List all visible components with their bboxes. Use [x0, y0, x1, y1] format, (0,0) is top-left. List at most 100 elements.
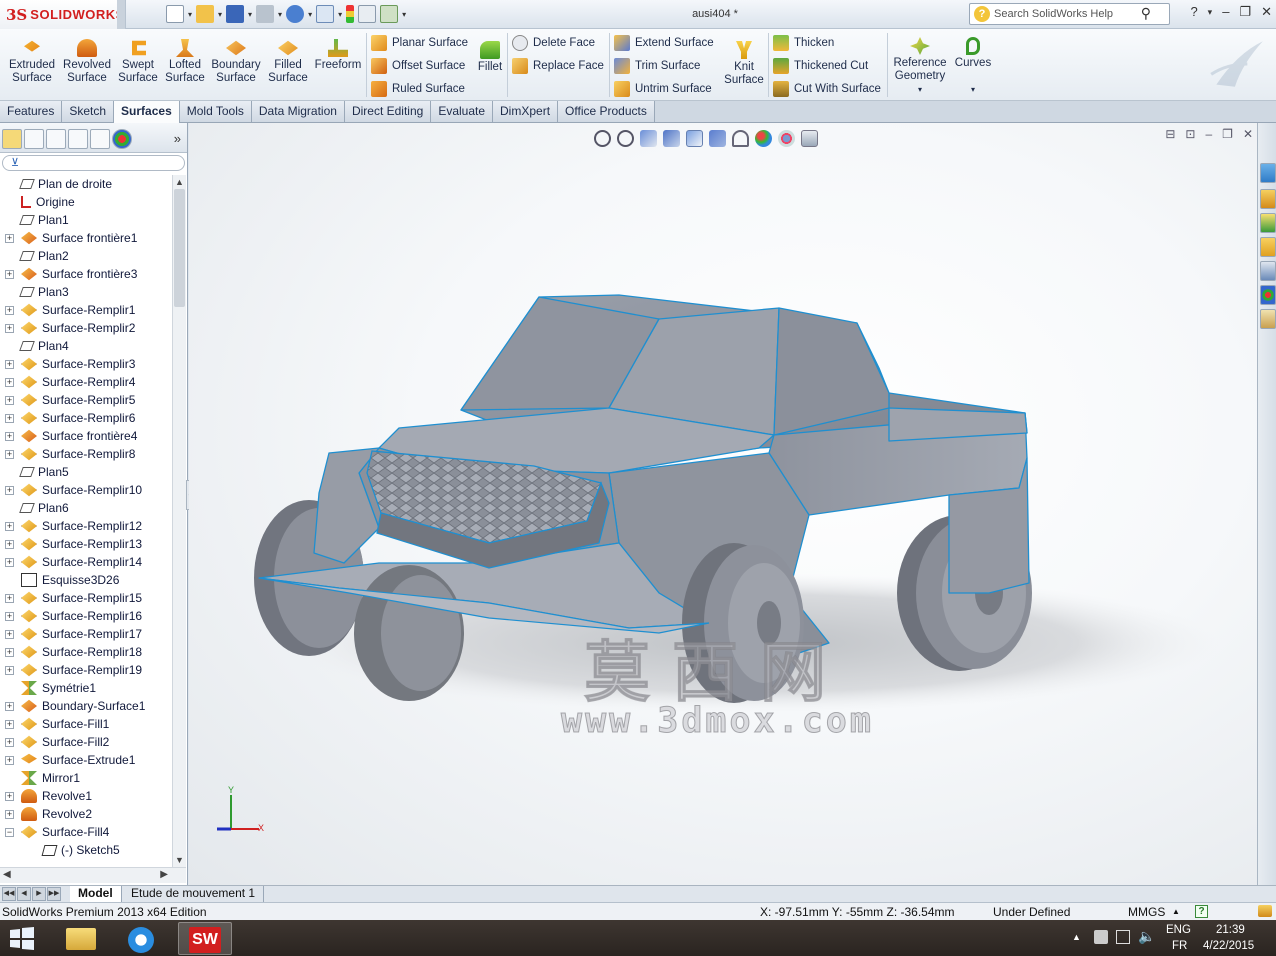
expand-icon[interactable]: +: [5, 647, 14, 657]
save-icon[interactable]: [226, 5, 245, 23]
expand-icon[interactable]: +: [5, 791, 14, 801]
view-palette-icon[interactable]: [1260, 261, 1276, 281]
expand-icon[interactable]: +: [5, 269, 14, 279]
thickened-cut-button[interactable]: Thickened Cut: [773, 58, 868, 74]
windows-start-icon[interactable]: [8, 926, 36, 951]
next-tab-icon[interactable]: ▶: [32, 887, 46, 901]
file-explorer-taskbar-button[interactable]: [54, 922, 108, 955]
expand-icon[interactable]: +: [5, 719, 14, 729]
solidworks-resources-icon[interactable]: [1260, 163, 1276, 183]
solidworks-logo[interactable]: 3S SOLIDWORKS: [0, 0, 126, 29]
tree-horizontal-scrollbar[interactable]: ◀ ▶: [0, 867, 186, 883]
expand-icon[interactable]: +: [5, 485, 14, 495]
tree-item[interactable]: + Surface-Remplir8: [0, 445, 172, 463]
expand-icon[interactable]: +: [5, 413, 14, 423]
tab-office-products[interactable]: Office Products: [558, 101, 655, 122]
fillet-button[interactable]: Fillet: [476, 41, 504, 74]
search-icon[interactable]: ⚲: [1141, 5, 1151, 22]
solidworks-taskbar-button[interactable]: SW: [178, 922, 232, 955]
tree-vertical-scrollbar[interactable]: ▲ ▼: [172, 175, 186, 867]
reference-geometry-button[interactable]: Reference Geometry ▾: [892, 37, 948, 96]
tab-dimxpert[interactable]: DimXpert: [493, 101, 559, 122]
filled-surface-button[interactable]: Filled Surface: [266, 39, 310, 85]
untrim-surface-button[interactable]: Untrim Surface: [614, 81, 712, 97]
print-dropdown-icon[interactable]: ▾: [278, 10, 282, 19]
restore-icon[interactable]: ❐: [1239, 4, 1251, 20]
appearance-tab-icon[interactable]: [112, 129, 132, 149]
rebuild-status-icon[interactable]: [1258, 905, 1272, 917]
tab-surfaces[interactable]: Surfaces: [114, 101, 180, 123]
minimize-icon[interactable]: –: [1222, 4, 1229, 20]
trim-surface-button[interactable]: Trim Surface: [614, 58, 700, 74]
tree-item[interactable]: + Surface-Remplir4: [0, 373, 172, 391]
options-icon[interactable]: [380, 5, 399, 23]
collapse-icon[interactable]: −: [5, 827, 14, 837]
help-icon[interactable]: ?: [1190, 4, 1197, 20]
tree-item[interactable]: + Surface-Remplir12: [0, 517, 172, 535]
tab-model[interactable]: Model: [70, 886, 122, 902]
tree-item[interactable]: + Surface-Remplir17: [0, 625, 172, 643]
tree-item[interactable]: + Surface-Remplir18: [0, 643, 172, 661]
freeform-button[interactable]: Freeform: [314, 39, 362, 72]
tab-direct-editing[interactable]: Direct Editing: [344, 101, 432, 122]
curves-button[interactable]: Curves ▾: [953, 37, 993, 96]
truck-surface-model[interactable]: [189, 123, 1257, 885]
ruled-surface-button[interactable]: Ruled Surface: [371, 81, 465, 97]
graphics-viewport[interactable]: ⊟ ⊡ – ❐ ✕ 莫西网 www.3dmox.com Y X: [189, 123, 1257, 885]
options-dropdown-icon[interactable]: ▾: [402, 10, 406, 19]
language-primary[interactable]: ENG: [1166, 924, 1191, 936]
scroll-left-icon[interactable]: ◀: [3, 869, 11, 880]
tree-item[interactable]: + Surface-Remplir13: [0, 535, 172, 553]
open-dropdown-icon[interactable]: ▾: [218, 10, 222, 19]
extruded-surface-button[interactable]: Extruded Surface: [8, 39, 56, 85]
tab-sketch[interactable]: Sketch: [62, 101, 115, 122]
knit-surface-button[interactable]: Knit Surface: [722, 41, 766, 87]
expand-icon[interactable]: +: [5, 611, 14, 621]
scroll-right-icon[interactable]: ▶: [160, 869, 168, 880]
status-help-icon[interactable]: ?: [1195, 905, 1208, 918]
tree-item[interactable]: + Surface-Remplir6: [0, 409, 172, 427]
swept-surface-button[interactable]: Swept Surface: [117, 39, 159, 85]
expand-chevron-icon[interactable]: »: [174, 131, 181, 146]
clock-date[interactable]: 4/22/2015: [1203, 940, 1254, 952]
tree-item[interactable]: + Surface-Remplir15: [0, 589, 172, 607]
tab-mold-tools[interactable]: Mold Tools: [179, 101, 252, 122]
tree-item[interactable]: Plan de droite: [0, 175, 172, 193]
search-help-input[interactable]: ? Search SolidWorks Help ⚲: [969, 3, 1170, 25]
tree-item[interactable]: − Surface-Fill4: [0, 823, 172, 841]
expand-icon[interactable]: +: [5, 377, 14, 387]
tree-item[interactable]: + Boundary-Surface1: [0, 697, 172, 715]
tree-item[interactable]: + Surface-Fill2: [0, 733, 172, 751]
expand-icon[interactable]: +: [5, 395, 14, 405]
tree-item[interactable]: + Surface-Remplir19: [0, 661, 172, 679]
revolved-surface-button[interactable]: Revolved Surface: [62, 39, 112, 85]
clock-time[interactable]: 21:39: [1216, 924, 1245, 936]
expand-icon[interactable]: +: [5, 737, 14, 747]
tree-item[interactable]: + Revolve2: [0, 805, 172, 823]
feature-tree-filter[interactable]: ⊻: [2, 155, 185, 171]
expand-icon[interactable]: +: [5, 755, 14, 765]
tree-item[interactable]: + Surface-Extrude1: [0, 751, 172, 769]
config-manager-tab-icon[interactable]: [46, 129, 66, 149]
undo-icon[interactable]: [286, 5, 305, 23]
tree-item[interactable]: + Surface-Remplir16: [0, 607, 172, 625]
ie-taskbar-button[interactable]: [116, 922, 170, 955]
appearances-icon[interactable]: [1260, 285, 1276, 305]
tree-item[interactable]: Esquisse3D26: [0, 571, 172, 589]
delete-face-button[interactable]: Delete Face: [512, 35, 595, 51]
units-dropdown-icon[interactable]: ▲: [1172, 907, 1180, 916]
last-tab-icon[interactable]: ▶▶: [47, 887, 61, 901]
reference-dropdown-icon[interactable]: ▾: [892, 83, 948, 96]
expand-icon[interactable]: +: [5, 701, 14, 711]
lofted-surface-button[interactable]: Lofted Surface: [164, 39, 206, 85]
feature-manager-tab-icon[interactable]: [2, 129, 22, 149]
scroll-thumb[interactable]: [174, 189, 185, 307]
expand-icon[interactable]: +: [5, 557, 14, 567]
custom-properties-icon[interactable]: [1260, 309, 1276, 329]
expand-icon[interactable]: +: [5, 809, 14, 819]
tree-item[interactable]: + Surface-Remplir5: [0, 391, 172, 409]
extend-surface-button[interactable]: Extend Surface: [614, 35, 714, 51]
menu-arrow-icon[interactable]: [117, 0, 125, 29]
volume-icon[interactable]: 🔈: [1138, 928, 1155, 945]
tree-item[interactable]: Origine: [0, 193, 172, 211]
